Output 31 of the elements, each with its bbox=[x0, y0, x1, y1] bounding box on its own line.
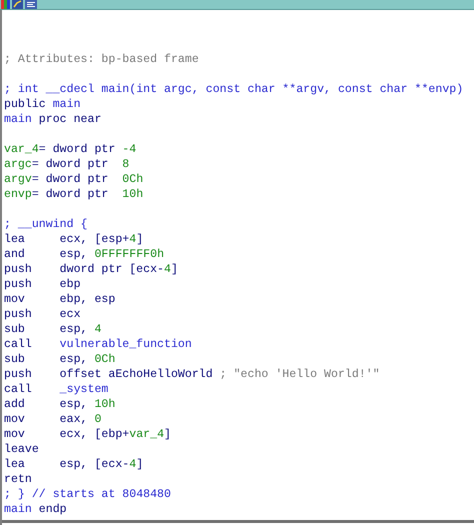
code-line: call vulnerable_function bbox=[4, 337, 192, 352]
code-line: var_4= dword ptr -4 bbox=[4, 142, 136, 157]
code-line: argc= dword ptr 8 bbox=[4, 157, 130, 172]
code-line: main endp bbox=[4, 502, 67, 517]
code-line: and esp, 0FFFFFFF0h bbox=[4, 247, 164, 262]
code-line: push ebp bbox=[4, 277, 81, 292]
code-line: mov eax, 0 bbox=[4, 412, 102, 427]
color-palette-icon[interactable] bbox=[1, 0, 10, 9]
code-line: lea ecx, [esp+4] bbox=[4, 232, 144, 247]
code-line: mov ebp, esp bbox=[4, 292, 116, 307]
code-line: mov ecx, [ebp+var_4] bbox=[4, 427, 171, 442]
code-line: push offset aEchoHelloWorld ; "echo 'Hello World!'" bbox=[4, 367, 380, 382]
code-line: ; Attributes: bp-based frame bbox=[4, 52, 199, 67]
code-line: call _system bbox=[4, 382, 108, 397]
graph-view-icon[interactable] bbox=[12, 0, 23, 9]
code-line: argv= dword ptr 0Ch bbox=[4, 172, 144, 187]
code-line: public main bbox=[4, 97, 81, 112]
code-line: push dword ptr [ecx-4] bbox=[4, 262, 178, 277]
code-line: add esp, 10h bbox=[4, 397, 116, 412]
code-line: ; } // starts at 8048480 bbox=[4, 487, 171, 502]
code-line: lea esp, [ecx-4] bbox=[4, 457, 144, 472]
code-line: sub esp, 0Ch bbox=[4, 352, 116, 367]
code-line: envp= dword ptr 10h bbox=[4, 187, 144, 202]
code-line: ; __unwind { bbox=[4, 217, 88, 232]
text-view-icon[interactable] bbox=[25, 0, 37, 9]
code-line: main proc near bbox=[4, 112, 102, 127]
code-line: retn bbox=[4, 472, 33, 487]
code-line: sub esp, 4 bbox=[4, 322, 102, 337]
code-line: ; int __cdecl main(int argc, const char **argv, const char **envp) bbox=[4, 82, 464, 97]
code-line: push ecx bbox=[4, 307, 81, 322]
code-line: leave bbox=[4, 442, 40, 457]
